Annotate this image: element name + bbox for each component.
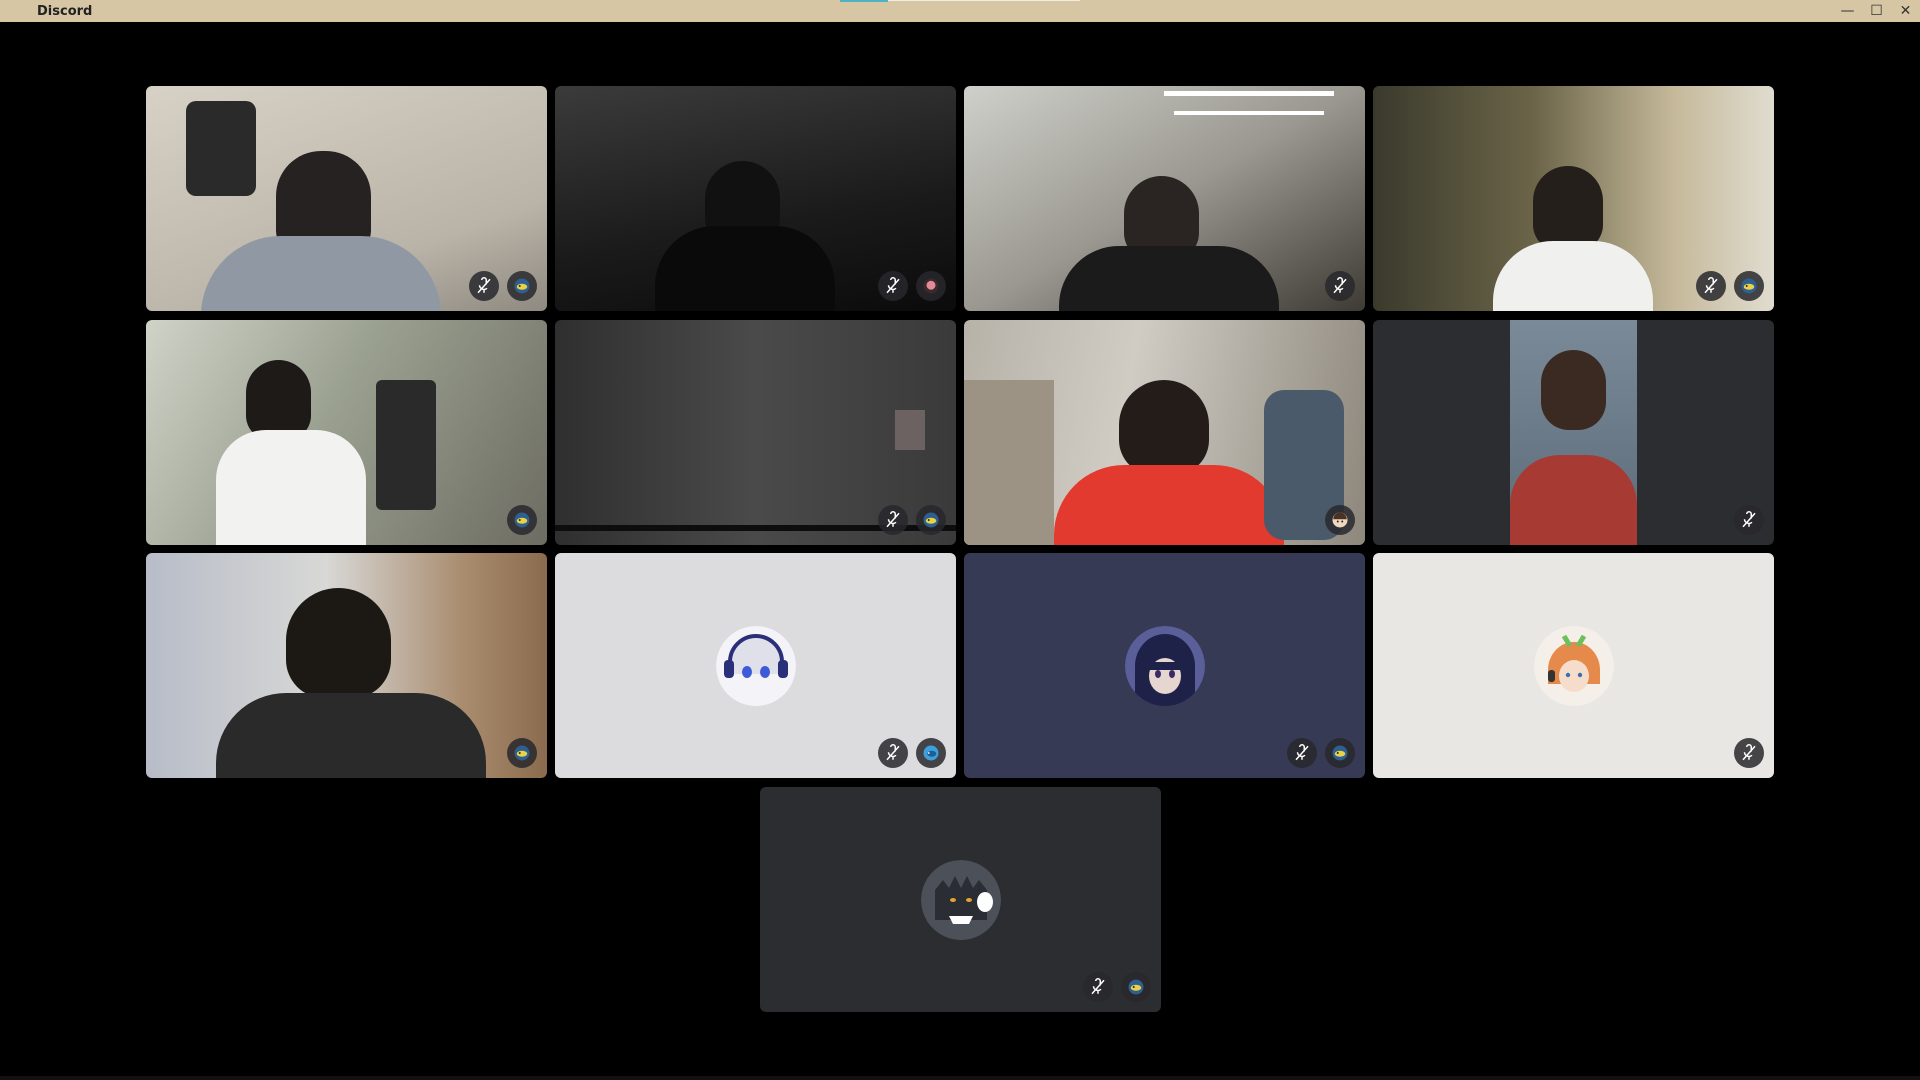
participant-tile-10[interactable]: [555, 553, 956, 778]
participant-avatar: [1533, 625, 1614, 706]
participant-avatar: [920, 859, 1001, 940]
participant-tile-12[interactable]: [1373, 553, 1774, 778]
participant-tile-2[interactable]: [555, 86, 956, 311]
window-title: Discord: [37, 3, 93, 19]
participant-tile-3[interactable]: [964, 86, 1365, 311]
video-feed: [146, 320, 547, 545]
tile-status: [878, 738, 946, 768]
fish-avatar-icon: [916, 505, 946, 535]
fish-avatar-icon: [507, 505, 537, 535]
tile-status: [1287, 738, 1355, 768]
participant-tile-8[interactable]: [1373, 320, 1774, 545]
muted-mic-icon: [1083, 972, 1113, 1002]
muted-mic-icon: [1734, 505, 1764, 535]
participant-tile-1[interactable]: [146, 86, 547, 311]
tile-status: [878, 271, 946, 301]
muted-mic-icon: [1287, 738, 1317, 768]
titlebar-accent: [840, 0, 888, 2]
tile-status: [878, 505, 946, 535]
close-button[interactable]: ✕: [1891, 0, 1920, 22]
participant-avatar: [715, 625, 796, 706]
tile-status: [1325, 505, 1355, 535]
fish-avatar-icon: [507, 738, 537, 768]
participant-tile-13[interactable]: [760, 787, 1161, 1012]
fish-avatar-icon: [1734, 271, 1764, 301]
video-feed: [146, 553, 547, 778]
anime-avatar-icon: [1325, 505, 1355, 535]
window-titlebar: Discord — ☐ ✕: [0, 0, 1920, 22]
participant-tile-7[interactable]: [964, 320, 1365, 545]
maximize-button[interactable]: ☐: [1862, 0, 1891, 22]
participant-tile-11[interactable]: [964, 553, 1365, 778]
bottom-edge: [0, 1076, 1920, 1080]
participant-tile-5[interactable]: [146, 320, 547, 545]
participant-avatar: [1124, 625, 1205, 706]
muted-mic-icon: [1325, 271, 1355, 301]
tile-status: [1734, 505, 1764, 535]
pink-avatar-icon: [916, 271, 946, 301]
video-feed: [964, 320, 1365, 545]
fish-avatar-icon: [1121, 972, 1151, 1002]
titlebar-accent-line: [888, 0, 1080, 1]
muted-mic-icon: [878, 738, 908, 768]
blue-fish-avatar-icon: [916, 738, 946, 768]
tile-status: [1696, 271, 1764, 301]
muted-mic-icon: [878, 505, 908, 535]
tile-status: [1325, 271, 1355, 301]
fish-avatar-icon: [1325, 738, 1355, 768]
tile-status: [507, 738, 537, 768]
tile-status: [1083, 972, 1151, 1002]
participant-tile-9[interactable]: [146, 553, 547, 778]
video-feed: [1373, 320, 1774, 545]
tile-status: [1734, 738, 1764, 768]
muted-mic-icon: [1734, 738, 1764, 768]
video-feed: [964, 86, 1365, 311]
tile-status: [469, 271, 537, 301]
window-controls: — ☐ ✕: [1833, 0, 1920, 22]
tile-status: [507, 505, 537, 535]
participant-tile-4[interactable]: [1373, 86, 1774, 311]
muted-mic-icon: [878, 271, 908, 301]
muted-mic-icon: [469, 271, 499, 301]
minimize-button[interactable]: —: [1833, 0, 1862, 22]
voice-call-grid: [0, 22, 1920, 1080]
muted-mic-icon: [1696, 271, 1726, 301]
fish-avatar-icon: [507, 271, 537, 301]
participant-tile-6[interactable]: [555, 320, 956, 545]
